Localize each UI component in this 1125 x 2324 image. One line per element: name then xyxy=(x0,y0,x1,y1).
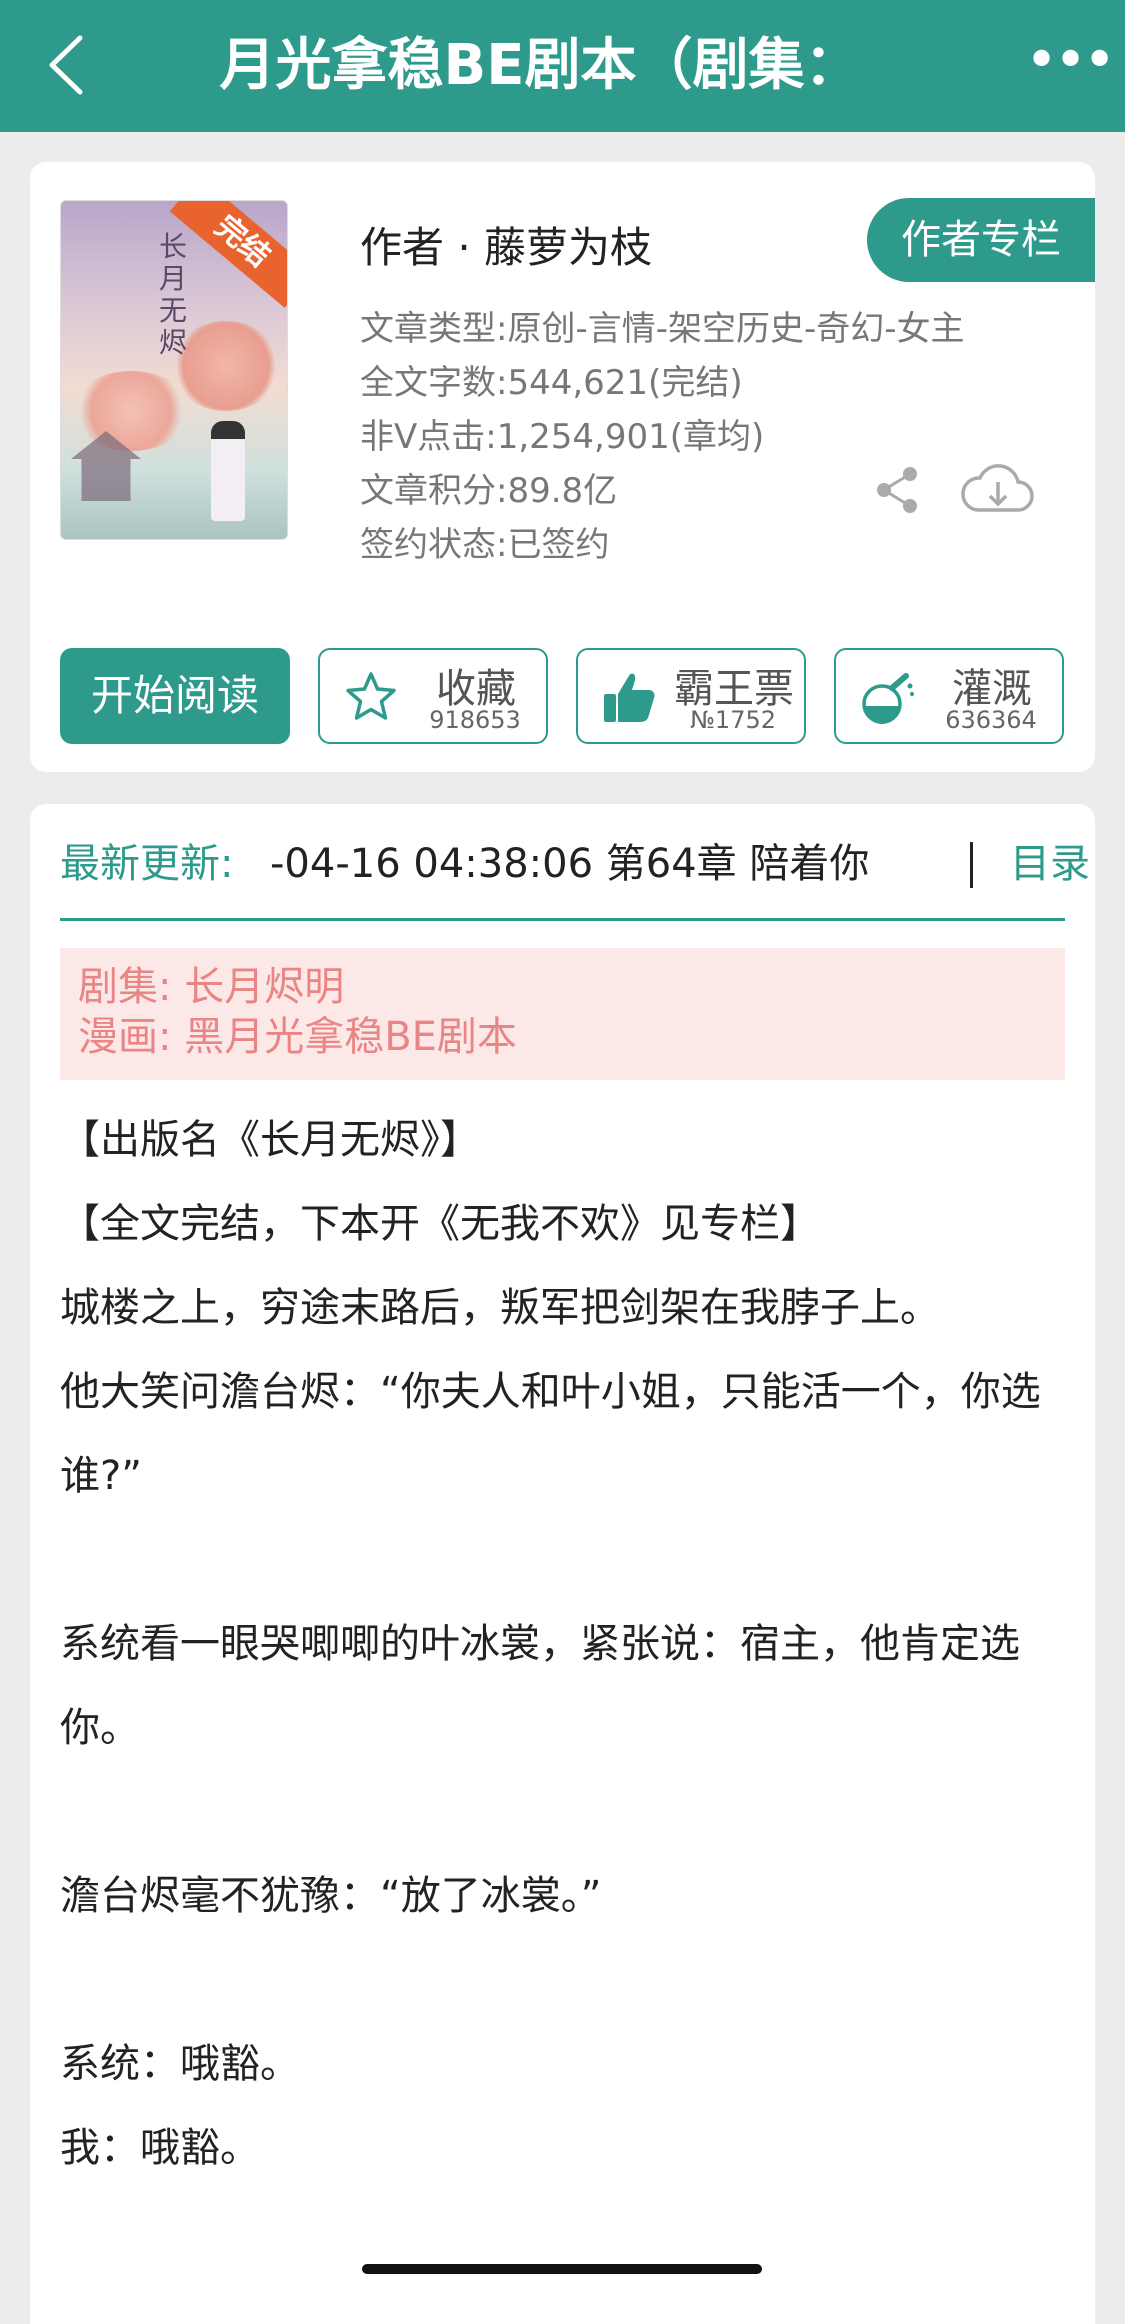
synopsis-line: 系统：哦豁。 xyxy=(60,2041,300,2087)
synopsis-line: 【出版名《长月无烬》】 xyxy=(60,1117,480,1163)
cover-title: 长月无烬 xyxy=(158,230,187,359)
star-icon xyxy=(346,672,396,720)
author-name[interactable]: 作者 · 藤萝为枝 xyxy=(360,214,652,275)
start-reading-button[interactable]: 开始阅读 xyxy=(60,648,290,744)
irrigate-count: 636364 xyxy=(945,706,1037,734)
collect-count: 918653 xyxy=(429,706,521,734)
thumbs-up-icon xyxy=(604,673,655,722)
meta-clicks: 非V点击:1,254,901(章均) xyxy=(360,417,765,457)
meta-word-count: 全文字数:544,621(完结) xyxy=(360,363,743,403)
flask-icon xyxy=(862,673,914,724)
latest-update-label: 最新更新: xyxy=(60,841,234,887)
divider xyxy=(970,842,973,888)
latest-update-text[interactable]: -04-16 04:38:06 第64章 陪着你 xyxy=(270,832,900,896)
book-content-card: 最新更新: -04-16 04:38:06 第64章 陪着你 目录 剧集: 长月… xyxy=(30,804,1095,2324)
cover-art-tree xyxy=(71,371,191,451)
cover-art-figure xyxy=(211,421,245,521)
table-of-contents-link[interactable]: 目录 xyxy=(1010,832,1090,896)
action-row: 开始阅读 收藏 918653 霸王票 №1752 灌溉 636364 xyxy=(60,648,1065,744)
drama-adaptation[interactable]: 剧集: 长月烬明 xyxy=(78,962,1065,1012)
meta-type: 文章类型:原创-言情-架空历史-奇幻-女主 xyxy=(360,309,965,349)
vote-button[interactable]: 霸王票 №1752 xyxy=(576,648,806,744)
book-meta-list: 文章类型:原创-言情-架空历史-奇幻-女主 全文字数:544,621(完结) 非… xyxy=(360,302,965,572)
top-bar: 月光拿稳BE剧本（剧集： ••• xyxy=(0,0,1125,132)
author-column-button[interactable]: 作者专栏 xyxy=(867,198,1095,282)
share-button[interactable] xyxy=(870,462,926,518)
chevron-left-icon xyxy=(49,35,83,95)
latest-update-row[interactable]: 最新更新: -04-16 04:38:06 第64章 陪着你 目录 xyxy=(60,832,1090,896)
share-icon xyxy=(877,467,917,513)
back-button[interactable] xyxy=(38,30,98,100)
synopsis-line: 我：哦豁。 xyxy=(60,2125,260,2171)
irrigate-button[interactable]: 灌溉 636364 xyxy=(834,648,1064,744)
page-title: 月光拿稳BE剧本（剧集： xyxy=(219,33,861,98)
book-cover[interactable]: 长月无烬 完结 xyxy=(60,200,288,540)
download-button[interactable] xyxy=(960,460,1036,520)
divider xyxy=(60,918,1065,921)
vote-count: №1752 xyxy=(689,706,777,734)
synopsis-line: 系统看一眼哭唧唧的叶冰裳，紧张说：宿主，他肯定选你。 xyxy=(60,1621,1020,1751)
home-indicator[interactable] xyxy=(362,2264,762,2274)
more-options-button[interactable]: ••• xyxy=(1025,33,1116,89)
synopsis-line: 澹台烬毫不犹豫：“放了冰裳。” xyxy=(60,1873,602,1919)
collect-button[interactable]: 收藏 918653 xyxy=(318,648,548,744)
book-synopsis: 【出版名《长月无烬》】 【全文完结，下本开《无我不欢》见专栏】 城楼之上，穷途末… xyxy=(60,1098,1065,2190)
comic-adaptation[interactable]: 漫画: 黑月光拿稳BE剧本 xyxy=(78,1012,1065,1062)
book-info-card: 长月无烬 完结 作者 · 藤萝为枝 作者专栏 文章类型:原创-言情-架空历史-奇… xyxy=(30,162,1095,772)
meta-sign-status: 签约状态:已签约 xyxy=(360,525,610,565)
synopsis-line: 城楼之上，穷途末路后，叛军把剑架在我脖子上。 xyxy=(60,1285,940,1331)
synopsis-line: 他大笑问澹台烬：“你夫人和叶小姐，只能活一个，你选谁?” xyxy=(60,1369,1041,1499)
cloud-download-icon xyxy=(961,464,1034,512)
adaptation-box: 剧集: 长月烬明 漫画: 黑月光拿稳BE剧本 xyxy=(60,948,1065,1080)
synopsis-line: 【全文完结，下本开《无我不欢》见专栏】 xyxy=(60,1201,820,1247)
